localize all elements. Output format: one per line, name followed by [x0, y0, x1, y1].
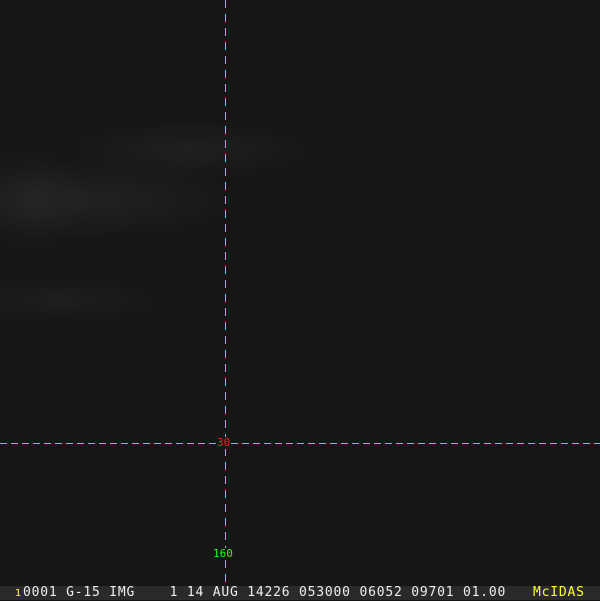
latitude-grid-line	[0, 443, 600, 444]
frame-number: 1	[15, 588, 22, 599]
mcidas-display: 30 160 1 0001 G-15 IMG 1 14 AUG 14226 053…	[0, 0, 600, 600]
satellite-image[interactable]	[0, 0, 600, 586]
brand-label: McIDAS	[533, 585, 585, 600]
latitude-label: 30	[216, 436, 232, 449]
status-bar: 1 0001 G-15 IMG 1 14 AUG 14226 053000 060…	[0, 586, 600, 600]
longitude-label: 160	[212, 547, 234, 560]
longitude-grid-line	[225, 0, 226, 586]
image-info: 0001 G-15 IMG 1 14 AUG 14226 053000 0605…	[23, 585, 507, 600]
